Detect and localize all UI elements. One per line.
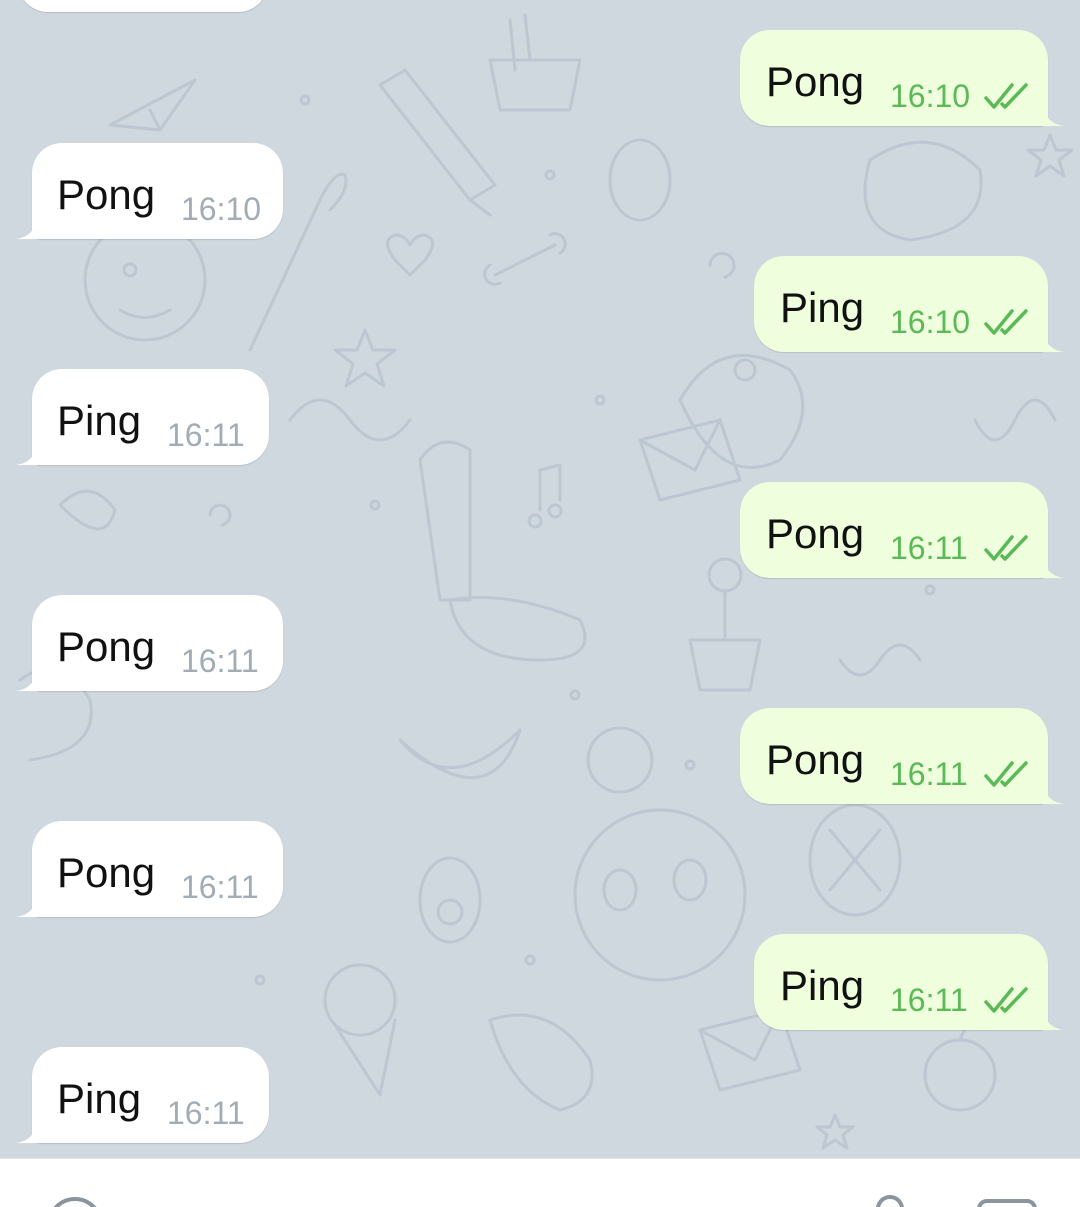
message-text: Ping xyxy=(57,1075,142,1122)
message-text: Pong xyxy=(766,736,865,783)
double-check-icon xyxy=(984,535,1028,561)
message-time: 16:11 xyxy=(167,1095,245,1131)
message-text: Ping xyxy=(780,962,865,1009)
bubble-tail xyxy=(16,443,38,465)
message-bubble-incoming[interactable]: Pong 16:10 xyxy=(16,143,283,239)
message-bubble-outgoing[interactable]: Pong 16:11 xyxy=(740,708,1064,804)
message-bubble-outgoing[interactable]: Pong 16:11 xyxy=(740,482,1064,578)
message-bubble-incoming[interactable]: Ping 16:11 xyxy=(16,1047,269,1143)
message-bubble-incoming-partial[interactable] xyxy=(18,0,268,12)
message-text: Ping xyxy=(780,284,865,331)
message-bubble-incoming[interactable]: Pong 16:11 xyxy=(16,821,283,917)
attach-icon[interactable] xyxy=(870,1195,910,1207)
message-bubble-outgoing[interactable]: Ping 16:10 xyxy=(754,256,1064,352)
message-text: Pong xyxy=(57,849,156,896)
message-input-bar[interactable] xyxy=(0,1158,1080,1207)
message-bubble-incoming[interactable]: Ping 16:11 xyxy=(16,369,269,465)
message-bubble-incoming[interactable]: Pong 16:11 xyxy=(16,595,283,691)
bubble-tail xyxy=(16,217,38,239)
message-text: Ping xyxy=(57,397,142,444)
bubble-tail xyxy=(1042,556,1064,578)
message-bubble-outgoing[interactable]: Pong 16:10 xyxy=(740,30,1064,126)
message-time: 16:11 xyxy=(890,530,968,566)
double-check-icon xyxy=(984,309,1028,335)
message-bubble-outgoing[interactable]: Ping 16:11 xyxy=(754,934,1064,1030)
message-time: 16:11 xyxy=(890,756,968,792)
message-text: Pong xyxy=(766,58,865,105)
bubble-tail xyxy=(1042,330,1064,352)
emoji-icon[interactable] xyxy=(45,1195,105,1207)
message-time: 16:11 xyxy=(167,417,245,453)
message-text: Pong xyxy=(766,510,865,557)
bubble-tail xyxy=(1042,1008,1064,1030)
message-time: 16:11 xyxy=(890,982,968,1018)
message-text: Pong xyxy=(57,623,156,670)
bubble-tail xyxy=(16,669,38,691)
bubble-tail xyxy=(16,1121,38,1143)
double-check-icon xyxy=(984,83,1028,109)
chat-area[interactable]: Pong 16:10 Pong 16:10 Ping 16:10 Ping 16… xyxy=(0,0,1080,1158)
message-text: Pong xyxy=(57,171,156,218)
double-check-icon xyxy=(984,987,1028,1013)
message-time: 16:10 xyxy=(890,78,971,114)
bubble-tail xyxy=(1042,104,1064,126)
message-time: 16:10 xyxy=(181,191,262,227)
message-time: 16:11 xyxy=(181,869,259,905)
bubble-tail xyxy=(1042,782,1064,804)
message-time: 16:10 xyxy=(890,304,971,340)
message-time: 16:11 xyxy=(181,643,259,679)
double-check-icon xyxy=(984,761,1028,787)
camera-icon[interactable] xyxy=(976,1195,1038,1207)
bubble-tail xyxy=(16,895,38,917)
